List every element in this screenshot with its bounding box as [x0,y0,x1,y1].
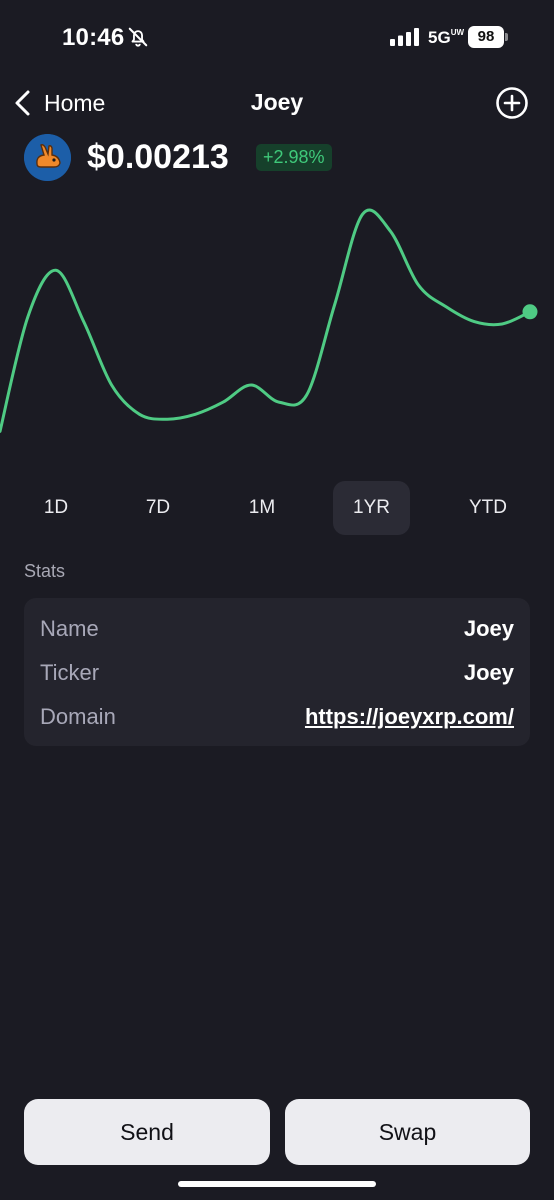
tab-1d[interactable]: 1D [16,481,96,535]
chart-endpoint-marker [522,304,538,320]
stat-label: Ticker [40,660,100,685]
stat-label: Name [40,616,99,641]
network-superscript: UW [450,28,465,37]
domain-link[interactable]: https://joeyxrp.com/ [305,704,514,730]
network-label: 5GUW [428,28,464,48]
battery-indicator: 98 [468,26,508,48]
time-range-tabs: 1D 7D 1M 1YR YTD [0,481,554,535]
swap-button[interactable]: Swap [285,1099,530,1165]
battery-tip [505,33,508,41]
send-button[interactable]: Send [24,1099,270,1165]
nav-bar: Home Joey [0,80,554,126]
stat-row-domain: Domain https://joeyxrp.com/ [40,704,514,734]
price-series-line [0,208,532,433]
signal-icon [390,28,419,46]
home-indicator [178,1181,376,1187]
price-chart [0,208,538,433]
stat-value: Joey [463,616,514,641]
back-button[interactable]: Home [12,86,105,120]
bell-slash-icon [128,27,148,47]
chevron-left-icon [15,90,30,116]
token-detail-screen: 10:46 5GUW 98 Home Joey $0.00213 +2.98% … [0,0,554,1200]
network-type: 5G [428,28,451,47]
battery-level: 98 [468,26,504,48]
plus-circle-icon[interactable] [495,86,529,120]
tab-ytd[interactable]: YTD [448,481,528,535]
stat-label: Domain [40,704,116,729]
token-avatar [24,134,71,181]
back-label: Home [44,89,106,116]
status-time: 10:46 [62,24,125,51]
token-price: $0.00213 [87,138,229,176]
stat-row-ticker: Ticker Joey [40,660,514,690]
price-change-badge: +2.98% [256,144,332,171]
stats-card: Name Joey Ticker Joey Domain https://joe… [24,598,530,746]
tab-7d[interactable]: 7D [118,481,198,535]
stat-row-name: Name Joey [40,616,514,646]
stats-heading: Stats [24,561,66,581]
rabbit-logo-icon [24,134,71,181]
tab-1m[interactable]: 1M [222,481,302,535]
stat-value: Joey [463,660,514,685]
status-bar: 10:46 5GUW 98 [0,0,554,76]
price-row: $0.00213 +2.98% [24,134,534,182]
tab-1yr[interactable]: 1YR [333,481,410,535]
